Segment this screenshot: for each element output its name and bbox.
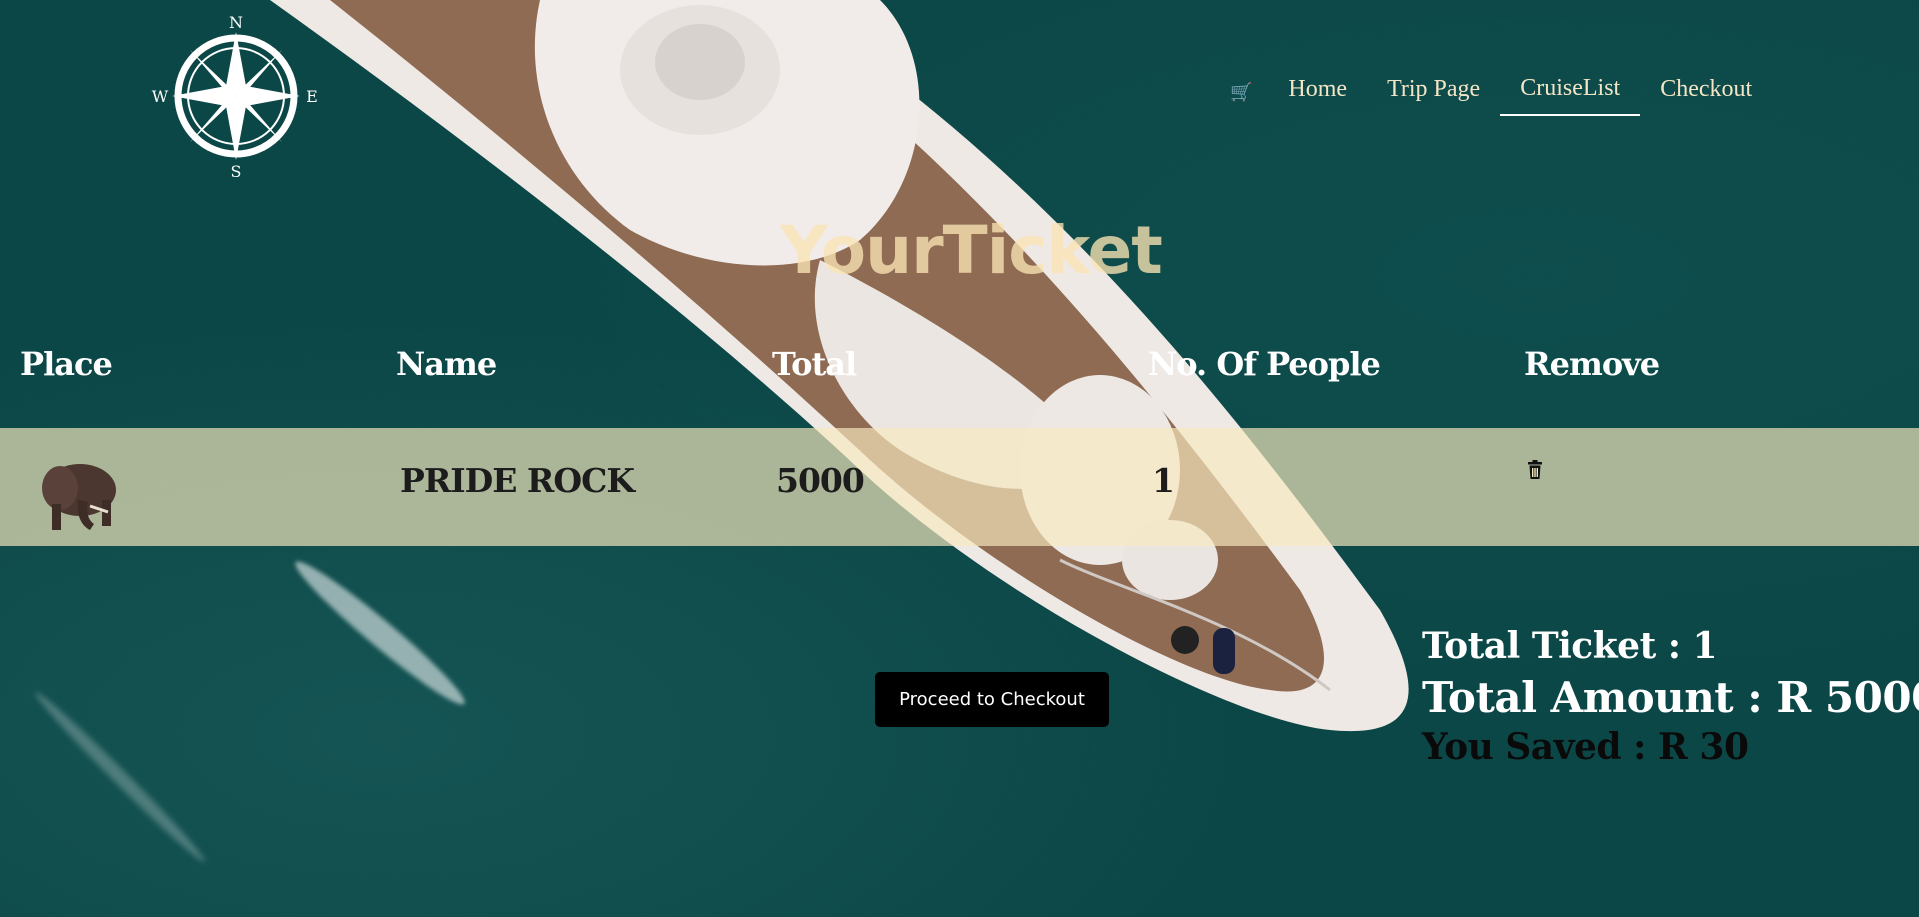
page-title: YourTicket [780, 212, 1163, 289]
compass-rose-logo[interactable]: N S W E [150, 12, 322, 180]
compass-east: E [306, 87, 318, 106]
total-amount: Total Amount : R 5000 [1422, 673, 1919, 722]
table-row: PRIDE ROCK 5000 1 [0, 428, 1919, 546]
trash-icon[interactable] [1527, 460, 1543, 480]
column-header-place: Place [20, 345, 113, 383]
main-nav: 🛒 Home Trip Page CruiseList Checkout [1230, 75, 1772, 116]
nav-cruise-list[interactable]: CruiseList [1500, 75, 1641, 116]
total-ticket: Total Ticket : 1 [1422, 625, 1718, 667]
column-header-name: Name [396, 345, 497, 383]
cart-icon[interactable]: 🛒 [1230, 82, 1252, 103]
proceed-to-checkout-button[interactable]: Proceed to Checkout [875, 672, 1109, 727]
nav-checkout[interactable]: Checkout [1640, 76, 1772, 115]
row-total: 5000 [776, 461, 865, 500]
row-people: 1 [1152, 461, 1175, 500]
ticket-table-header: Place Name Total No. Of People Remove [0, 345, 1919, 395]
you-saved: You Saved : R 30 [1422, 726, 1749, 768]
column-header-total: Total [772, 345, 857, 383]
compass-south: S [231, 162, 242, 180]
place-image-elephant [42, 464, 116, 530]
row-name: PRIDE ROCK [400, 461, 635, 500]
nav-trip-page[interactable]: Trip Page [1367, 76, 1500, 115]
compass-north: N [229, 13, 243, 32]
order-summary: Total Ticket : 1 Total Amount : R 5000 Y… [1422, 625, 1919, 768]
compass-west: W [152, 87, 169, 106]
nav-home[interactable]: Home [1268, 76, 1367, 115]
column-header-people: No. Of People [1148, 345, 1381, 383]
column-header-remove: Remove [1524, 345, 1660, 383]
